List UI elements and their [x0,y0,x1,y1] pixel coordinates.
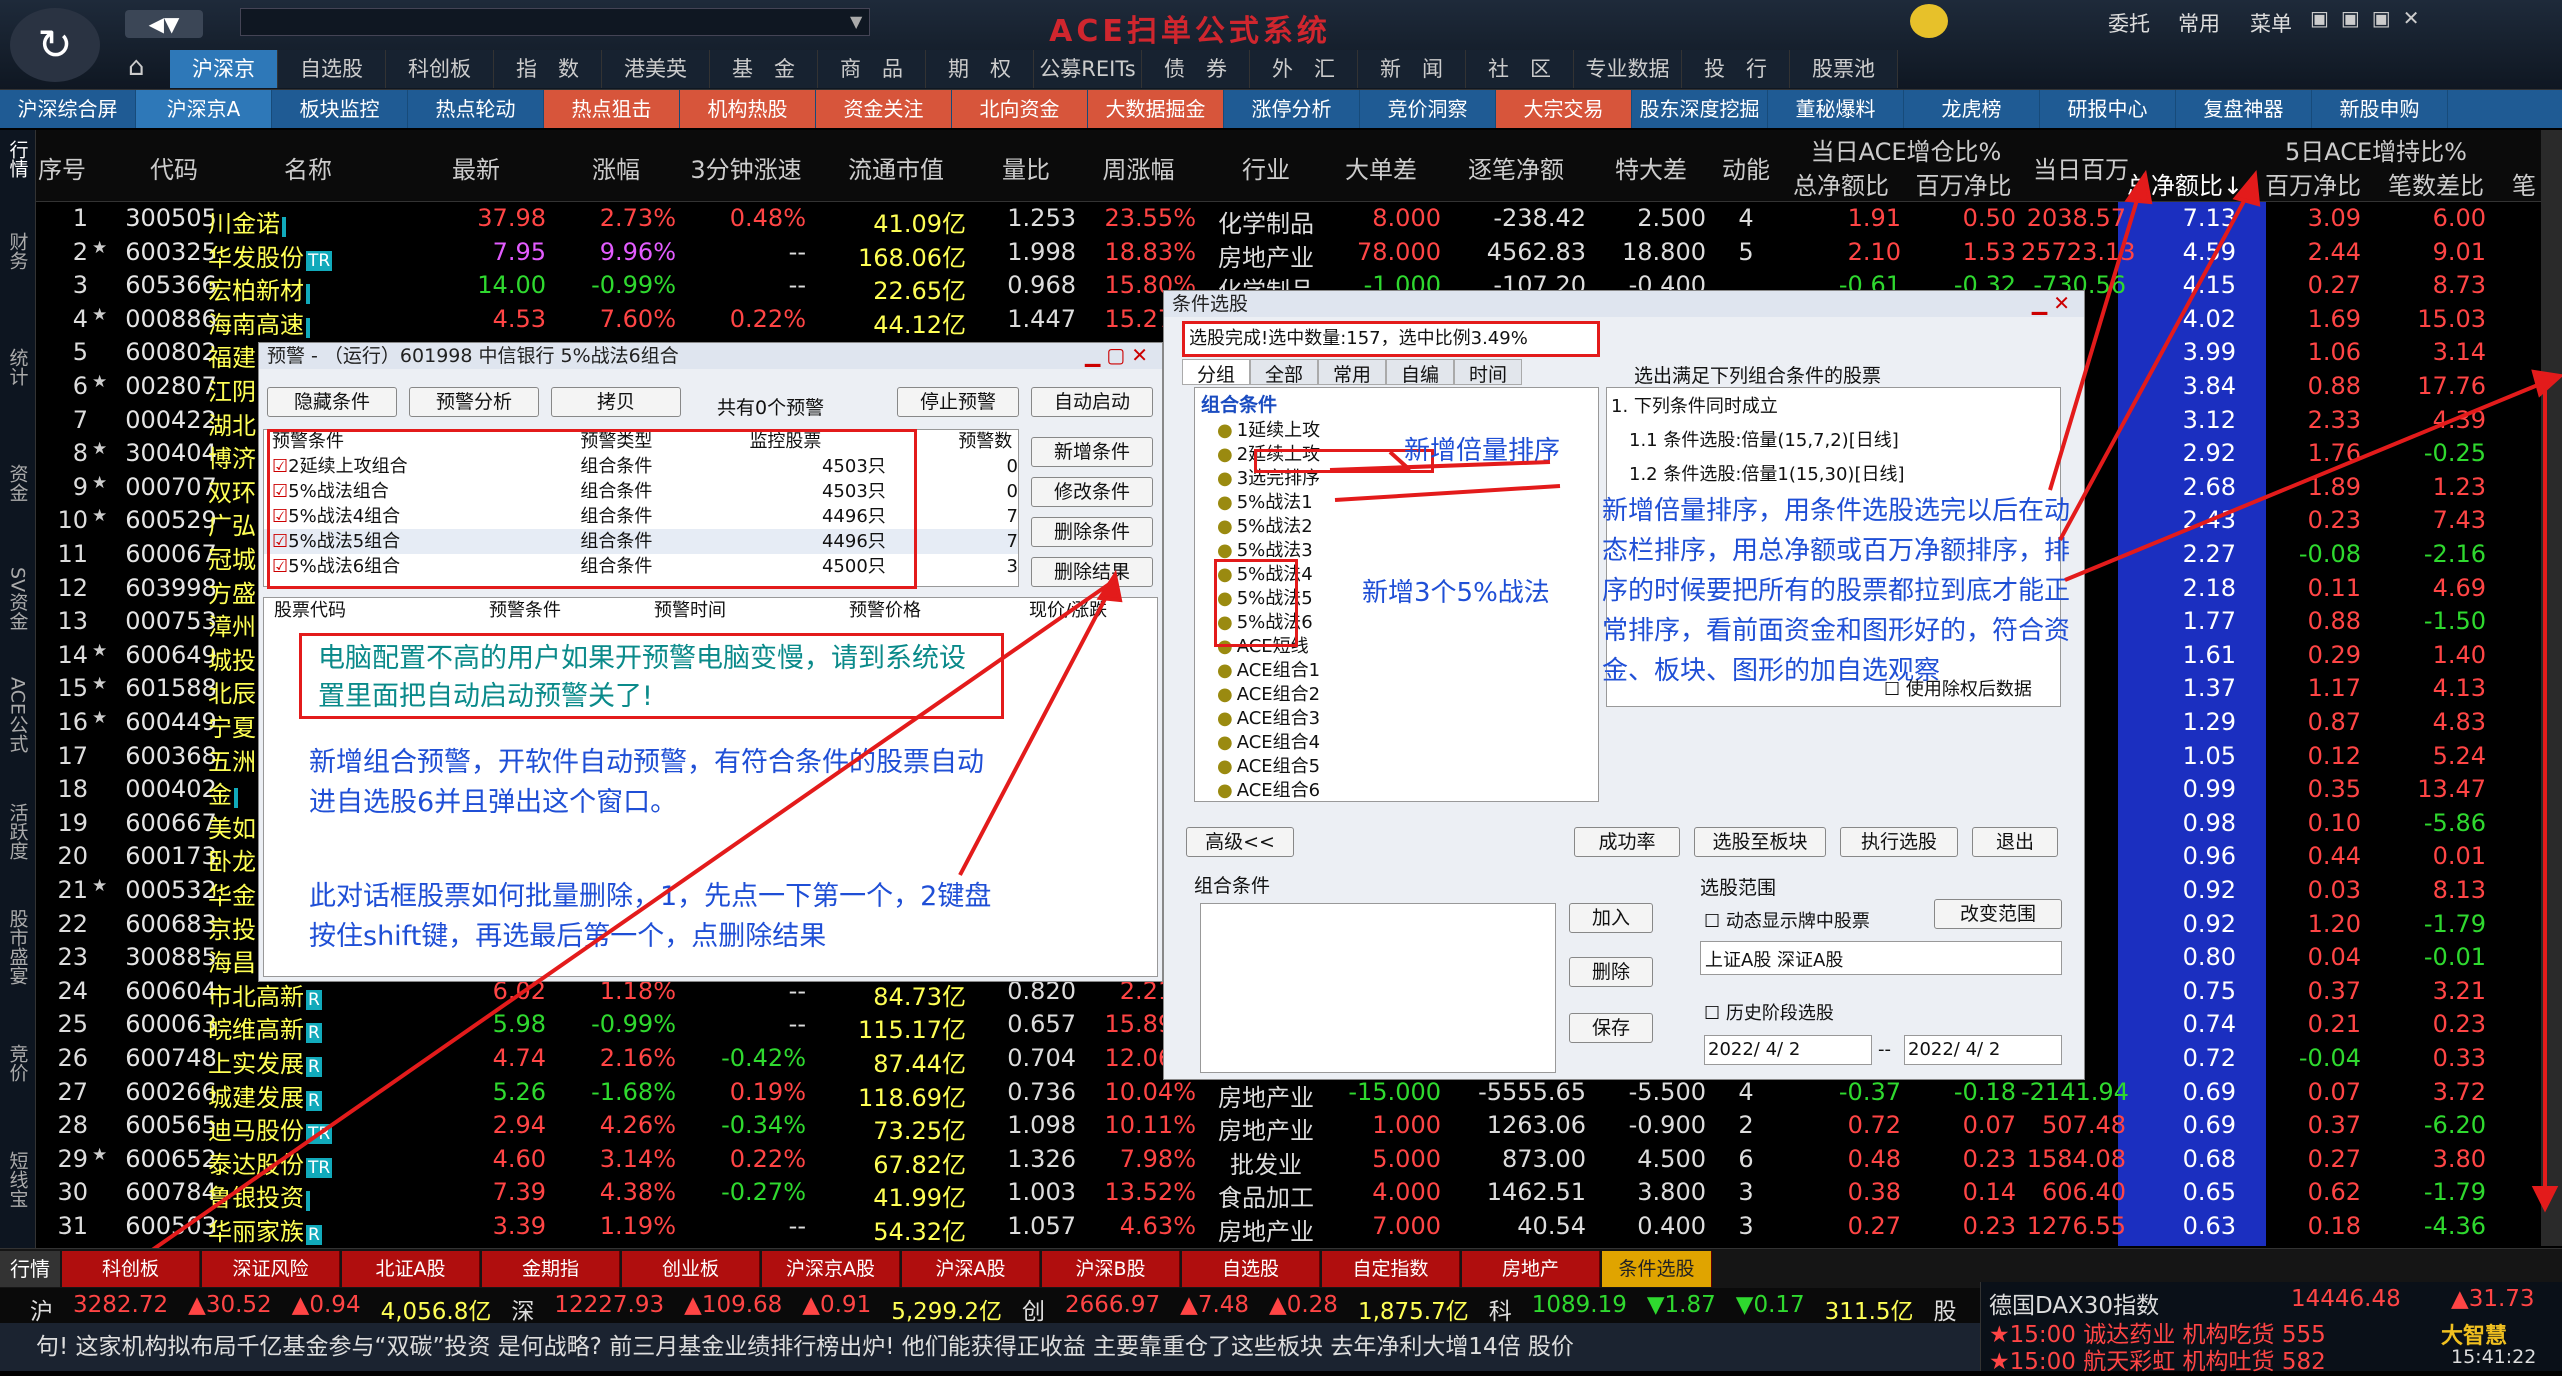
bottom-tab[interactable]: 沪深京A股 [762,1251,900,1287]
ticker-item: 1089.19 [1531,1292,1627,1318]
bottom-tab[interactable]: 沪深A股 [902,1251,1040,1287]
ticker-item: 1,875.7亿 [1357,1299,1469,1325]
bottom-tab[interactable]: 深证风险 [202,1251,340,1287]
ticker-item: ▲0.91 [802,1292,872,1318]
ticker-item: ▲0.94 [291,1292,361,1318]
news-text[interactable]: 句! 这家机构拟布局千亿基金参与“双碳”投资 是何战略? 前三月基金业绩排行榜出… [0,1334,1574,1360]
right-info-panel: 德国DAX30指数 14446.48 ▲31.73 ★15:00 诚达药业 机构… [1980,1282,2562,1375]
annotation-arrows [16,169,2562,1349]
bottom-tab[interactable]: 自选股 [1182,1251,1320,1287]
ticker-items: 沪 3282.72 ▲30.52 ▲0.94 4,056.8亿深 12227.93 ▲109… [30,1292,1957,1326]
ticker-item: 12227.93 [554,1292,665,1318]
ticker-item: ▲109.68 [684,1292,783,1318]
ticker-item: 4,056.8亿 [380,1299,492,1325]
ticker-item: 5,299.2亿 [891,1299,1002,1325]
bottom-tab[interactable]: 创业板 [622,1251,760,1287]
bottom-tab[interactable]: 沪深B股 [1042,1251,1180,1287]
dax-value: 14446.48 [2291,1286,2401,1312]
bottom-tab[interactable]: 北证A股 [342,1251,480,1287]
ticker-item: ▼1.87 [1646,1292,1716,1318]
ticker-item: 深 [511,1299,535,1325]
ticker-item: 股 [1933,1299,1957,1325]
ticker-item: 科 [1488,1299,1512,1325]
bottom-tab[interactable]: 条件选股 [1602,1251,1712,1287]
ticker-item: 创 [1022,1299,1045,1325]
arrow-line [958,579,1117,876]
bottom-tab-quotes[interactable]: 行情 [0,1251,60,1287]
ticker-item: ▲7.48 [1180,1292,1250,1318]
bottom-tab[interactable]: 金期指 [482,1251,620,1287]
bottom-tab[interactable]: 房地产 [1462,1251,1600,1287]
ticker-item: 311.5亿 [1824,1299,1914,1325]
bottom-tab[interactable]: 自定指数 [1322,1251,1460,1287]
ticker-item: ▼0.17 [1735,1292,1805,1318]
ticker-item: 2666.97 [1065,1292,1161,1318]
dax-change: ▲31.73 [2451,1286,2535,1312]
ticker-item: 沪 [30,1299,53,1325]
bottom-tab[interactable]: 科创板 [62,1251,200,1287]
ticker-item: ▲0.28 [1269,1292,1338,1318]
clock: 15:41:22 [2451,1346,2537,1368]
ticker-item: 3282.72 [73,1292,169,1318]
ticker-item: ▲30.52 [188,1292,272,1318]
